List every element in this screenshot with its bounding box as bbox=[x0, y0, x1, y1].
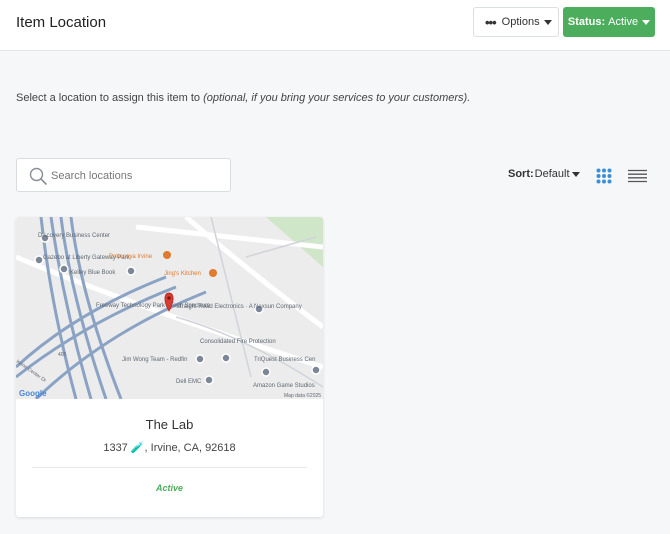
grid-view-icon[interactable] bbox=[596, 168, 612, 184]
more-dots-icon: ••• bbox=[485, 14, 497, 30]
sort-label: Sort: bbox=[508, 168, 534, 180]
map-label: Amazon Game Studios bbox=[253, 383, 315, 389]
status-button[interactable]: Status: Active bbox=[563, 7, 655, 37]
map-label: Dell EMC bbox=[176, 379, 202, 385]
map-attribution: Map data ©2025 bbox=[284, 392, 321, 399]
list-view-icon[interactable] bbox=[628, 169, 647, 183]
location-status: Active bbox=[155, 483, 183, 493]
search-box[interactable] bbox=[16, 158, 231, 192]
map-label: Discovery Business Center bbox=[38, 233, 110, 239]
header-bar: Item Location ••• Options Status: Active bbox=[0, 0, 670, 51]
caret-down-icon bbox=[571, 171, 580, 177]
instructions-note: (optional, if you bring your services to… bbox=[203, 92, 471, 104]
map-road-label: 405 bbox=[58, 352, 67, 358]
sort-value: Default bbox=[534, 168, 570, 180]
map-label: Pokenoya Irvine bbox=[109, 254, 153, 260]
sort-dropdown[interactable]: Sort: Default bbox=[508, 168, 580, 180]
search-icon bbox=[29, 167, 47, 185]
caret-down-icon bbox=[543, 19, 552, 25]
map-label: Kelley Blue Book bbox=[70, 270, 116, 276]
map-label: Consolidated Fire Protection bbox=[200, 339, 276, 345]
location-address: 1337 🧪, Irvine, CA, 92618 bbox=[103, 442, 236, 454]
caret-down-icon bbox=[642, 19, 651, 25]
location-name: The Lab bbox=[145, 417, 194, 432]
options-button[interactable]: ••• Options bbox=[473, 7, 559, 37]
card-divider bbox=[32, 467, 307, 468]
location-map: Discovery Business Center Gazebo at Libe… bbox=[16, 217, 323, 399]
map-label: Jing's Kitchen bbox=[164, 271, 201, 277]
map-label: Jim Wong Team - Redfin bbox=[122, 357, 187, 363]
location-card[interactable]: Discovery Business Center Gazebo at Libe… bbox=[16, 217, 323, 517]
search-input[interactable] bbox=[51, 167, 221, 185]
status-value: Active bbox=[608, 16, 639, 28]
page-title: Item Location bbox=[16, 14, 107, 31]
instructions-text: Select a location to assign this item to… bbox=[16, 92, 470, 104]
google-logo: Google bbox=[19, 389, 47, 398]
status-prefix: Status: bbox=[567, 16, 606, 28]
instructions-main: Select a location to assign this item to bbox=[16, 92, 204, 104]
map-label: TriQuest Business Cen bbox=[254, 357, 315, 363]
options-label: Options bbox=[501, 16, 540, 28]
map-label: Straight Road Electronics · A Nexsun Com… bbox=[176, 304, 302, 310]
